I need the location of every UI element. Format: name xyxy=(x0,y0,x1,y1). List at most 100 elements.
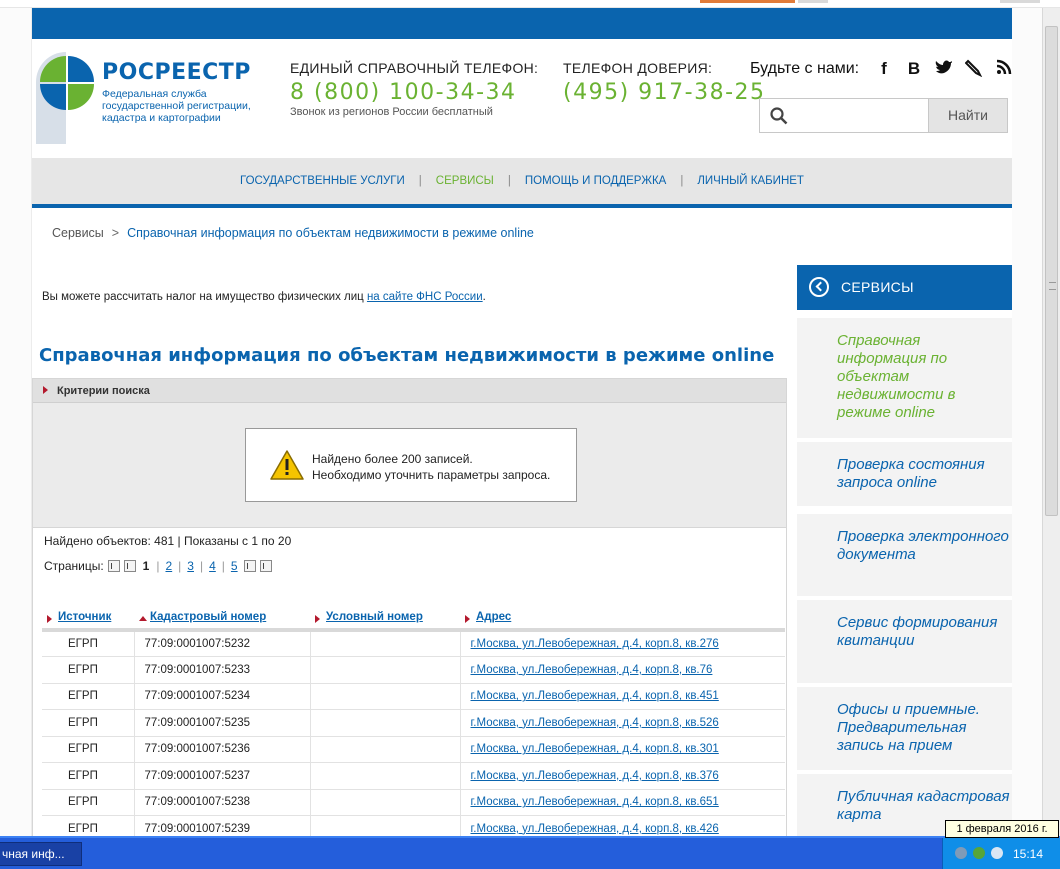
tray-clock[interactable]: 15:14 xyxy=(1013,847,1043,861)
cell-cadastral: 77:09:0001007:5235 xyxy=(133,709,310,737)
address-link[interactable]: г.Москва, ул.Левобережная, д.4, корп.8, … xyxy=(471,796,719,808)
breadcrumb-current[interactable]: Справочная информация по объектам недвиж… xyxy=(127,226,534,240)
sidebar-item-request-status[interactable]: Проверка состояния запроса online xyxy=(797,442,1012,510)
table-row: ЕГРП 77:09:0001007:5239 г.Москва, ул.Лев… xyxy=(42,815,785,836)
column-header-cadastral[interactable]: Кадастровый номер xyxy=(134,606,310,632)
table-row: ЕГРП 77:09:0001007:5232 г.Москва, ул.Лев… xyxy=(42,630,785,657)
address-link[interactable]: г.Москва, ул.Левобережная, д.4, корп.8, … xyxy=(471,690,719,702)
cell-source: ЕГРП xyxy=(42,656,134,684)
sidebar-header[interactable]: СЕРВИСЫ xyxy=(797,265,1012,310)
nav-item-services[interactable]: СЕРВИСЫ xyxy=(422,175,508,187)
browser-tab-active[interactable] xyxy=(700,0,795,3)
page-link[interactable]: 4 xyxy=(207,559,218,573)
hotline-note: Звонок из регионов России бесплатный xyxy=(290,106,493,118)
breadcrumb: Сервисы > Справочная информация по объекта… xyxy=(52,226,534,240)
page-title: Справочная информация по объектам недвиж… xyxy=(39,345,775,366)
tax-note-suffix: . xyxy=(482,291,486,303)
cell-source: ЕГРП xyxy=(42,762,134,790)
vkontakte-icon[interactable]: B xyxy=(904,59,924,79)
brand-name[interactable]: РОСРЕЕСТР xyxy=(102,60,251,85)
first-page-icon[interactable] xyxy=(107,560,120,572)
column-header-source[interactable]: Источник xyxy=(42,606,134,632)
column-header-conditional[interactable]: Условный номер xyxy=(310,606,460,632)
breadcrumb-parent[interactable]: Сервисы xyxy=(52,226,104,240)
address-link[interactable]: г.Москва, ул.Левобережная, д.4, корп.8, … xyxy=(471,717,719,729)
rss-icon[interactable] xyxy=(994,59,1012,79)
sidebar-item-offices[interactable]: Офисы и приемные. Предварительная запись… xyxy=(797,687,1012,774)
search-icon xyxy=(770,107,788,125)
table-row: ЕГРП 77:09:0001007:5236 г.Москва, ул.Лев… xyxy=(42,736,785,763)
last-page-icon[interactable] xyxy=(259,560,272,572)
scrollbar-thumb[interactable] xyxy=(1045,26,1058,516)
table-row: ЕГРП 77:09:0001007:5234 г.Москва, ул.Лев… xyxy=(42,683,785,710)
trust-line-number: (495) 917-38-25 xyxy=(563,80,766,105)
alert-line-2: Необходимо уточнить параметры запроса. xyxy=(312,468,551,482)
nav-item-help[interactable]: ПОМОЩЬ И ПОДДЕРЖКА xyxy=(511,175,680,187)
prev-page-icon[interactable] xyxy=(123,560,136,572)
sidebar-item-reference-info[interactable]: Справочная информация по объектам недвиж… xyxy=(797,318,1012,442)
address-link[interactable]: г.Москва, ул.Левобережная, д.4, корп.8, … xyxy=(471,823,719,835)
system-tray: 15:14 xyxy=(942,838,1060,869)
livejournal-icon[interactable] xyxy=(964,59,984,79)
pages-label: Страницы: xyxy=(44,559,104,573)
alert-box: Найдено более 200 записей. Необходимо ут… xyxy=(245,428,577,502)
browser-top-edge xyxy=(0,0,1060,8)
page-link[interactable]: 2 xyxy=(163,559,174,573)
trust-line-label: ТЕЛЕФОН ДОВЕРИЯ: xyxy=(563,60,713,76)
fns-link[interactable]: на сайте ФНС России xyxy=(367,291,483,303)
search-input[interactable] xyxy=(759,98,929,133)
cell-conditional xyxy=(309,656,460,684)
search-button[interactable]: Найти xyxy=(928,98,1008,133)
sort-arrow-icon xyxy=(47,615,52,623)
cell-cadastral: 77:09:0001007:5233 xyxy=(133,656,310,684)
taskbar-window-button[interactable]: чная инф... xyxy=(0,842,82,866)
services-sidebar: СЕРВИСЫ Справочная информация по объекта… xyxy=(797,265,1012,836)
tax-note: Вы можете рассчитать налог на имущество … xyxy=(42,291,486,303)
tray-security-icon[interactable] xyxy=(973,847,985,859)
tray-sync-icon[interactable] xyxy=(991,847,1003,859)
criteria-label: Критерии поиска xyxy=(57,385,150,397)
cell-cadastral: 77:09:0001007:5234 xyxy=(133,683,310,710)
cell-source: ЕГРП xyxy=(42,630,134,657)
results-table: Источник Кадастровый номер Условный номе… xyxy=(42,606,785,836)
twitter-icon[interactable] xyxy=(934,59,954,79)
top-blue-bar xyxy=(32,8,1012,39)
windows-taskbar: чная инф... 15:14 xyxy=(0,836,1060,869)
cell-cadastral: 77:09:0001007:5238 xyxy=(133,789,310,816)
social-icons: f B xyxy=(874,58,1012,80)
results-count: Найдено объектов: 481 | Показаны с 1 по … xyxy=(44,534,292,548)
browser-tab[interactable] xyxy=(1000,0,1040,3)
cell-source: ЕГРП xyxy=(42,789,134,816)
page-link[interactable]: 5 xyxy=(229,559,240,573)
facebook-icon[interactable]: f xyxy=(874,59,894,79)
cell-conditional xyxy=(309,815,460,836)
sidebar-item-receipt-service[interactable]: Сервис формирования квитанции xyxy=(797,600,1012,687)
hotline-label: ЕДИНЫЙ СПРАВОЧНЫЙ ТЕЛЕФОН: xyxy=(290,60,539,76)
page: РОСРЕЕСТР Федеральная служба государстве… xyxy=(32,8,1012,836)
nav-item-cabinet[interactable]: ЛИЧНЫЙ КАБИНЕТ xyxy=(683,175,818,187)
address-link[interactable]: г.Москва, ул.Левобережная, д.4, корп.8, … xyxy=(471,638,719,650)
page-link[interactable]: 3 xyxy=(185,559,196,573)
column-header-address[interactable]: Адрес xyxy=(460,606,785,632)
table-row: ЕГРП 77:09:0001007:5235 г.Москва, ул.Лев… xyxy=(42,709,785,737)
tray-network-icon[interactable] xyxy=(955,847,967,859)
nav-item-gov-services[interactable]: ГОСУДАРСТВЕННЫЕ УСЛУГИ xyxy=(226,175,419,187)
tax-note-text: Вы можете рассчитать налог на имущество … xyxy=(42,291,367,303)
sidebar-item-document-check[interactable]: Проверка электронного документа xyxy=(797,514,1012,600)
cell-cadastral: 77:09:0001007:5236 xyxy=(133,736,310,763)
pagination: Страницы: 1 | 2 | 3 | 4 | 5 xyxy=(44,559,272,573)
table-row: ЕГРП 77:09:0001007:5237 г.Москва, ул.Лев… xyxy=(42,762,785,790)
address-link[interactable]: г.Москва, ул.Левобережная, д.4, корп.8, … xyxy=(471,770,719,782)
browser-tab[interactable] xyxy=(798,0,828,3)
hotline-number: 8 (800) 100-34-34 xyxy=(290,80,517,105)
address-link[interactable]: г.Москва, ул.Левобережная, д.4, корп.8, … xyxy=(471,664,713,676)
breadcrumb-separator: > xyxy=(111,226,120,240)
address-link[interactable]: г.Москва, ул.Левобережная, д.4, корп.8, … xyxy=(471,743,719,755)
warning-icon xyxy=(270,450,304,480)
next-page-icon[interactable] xyxy=(243,560,256,572)
criteria-toggle[interactable]: Критерии поиска xyxy=(33,379,786,403)
vertical-scrollbar[interactable] xyxy=(1042,8,1060,836)
sidebar-title: СЕРВИСЫ xyxy=(841,279,914,295)
cell-conditional xyxy=(309,762,460,790)
expand-arrow-icon xyxy=(43,386,48,394)
